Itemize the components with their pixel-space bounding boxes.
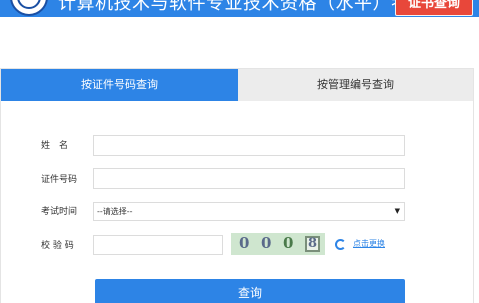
name-label: 姓 名: [41, 141, 69, 151]
query-panel: 按证件号码查询 按管理编号查询 姓 名 证件号码 考试时间 --请选择-- ▼ …: [0, 68, 474, 303]
exam-time-label: 考试时间: [41, 207, 78, 217]
exam-time-select[interactable]: --请选择-- ▼: [93, 202, 405, 221]
id-number-input[interactable]: [93, 168, 405, 189]
captcha-image[interactable]: 0 0 0 8: [231, 233, 325, 255]
captcha-char: 0: [239, 234, 250, 252]
site-logo-icon: [10, 0, 48, 16]
refresh-captcha-link[interactable]: 点击更换: [353, 238, 385, 250]
captcha-char: 0: [261, 234, 272, 252]
tab-management-number[interactable]: 按管理编号查询: [238, 69, 473, 101]
tab-id-number[interactable]: 按证件号码查询: [1, 69, 238, 101]
submit-button[interactable]: 查询: [95, 279, 405, 303]
refresh-icon[interactable]: [335, 239, 346, 250]
captcha-char: 0: [283, 234, 294, 252]
id-number-label: 证件号码: [41, 175, 78, 185]
site-title: 计算机技术与软件专业技术资格（水平）考试: [58, 0, 428, 14]
captcha-input[interactable]: [93, 235, 223, 255]
query-tabs: 按证件号码查询 按管理编号查询: [1, 69, 473, 101]
captcha-char: 8: [305, 236, 321, 252]
site-header: 计算机技术与软件专业技术资格（水平）考试 证书查询: [0, 0, 479, 17]
cert-query-button[interactable]: 证书查询: [395, 0, 473, 16]
dropdown-arrow-icon: ▼: [394, 207, 400, 215]
name-input[interactable]: [93, 135, 405, 156]
exam-time-value: --请选择--: [97, 207, 133, 216]
captcha-label: 校 验 码: [41, 241, 74, 251]
